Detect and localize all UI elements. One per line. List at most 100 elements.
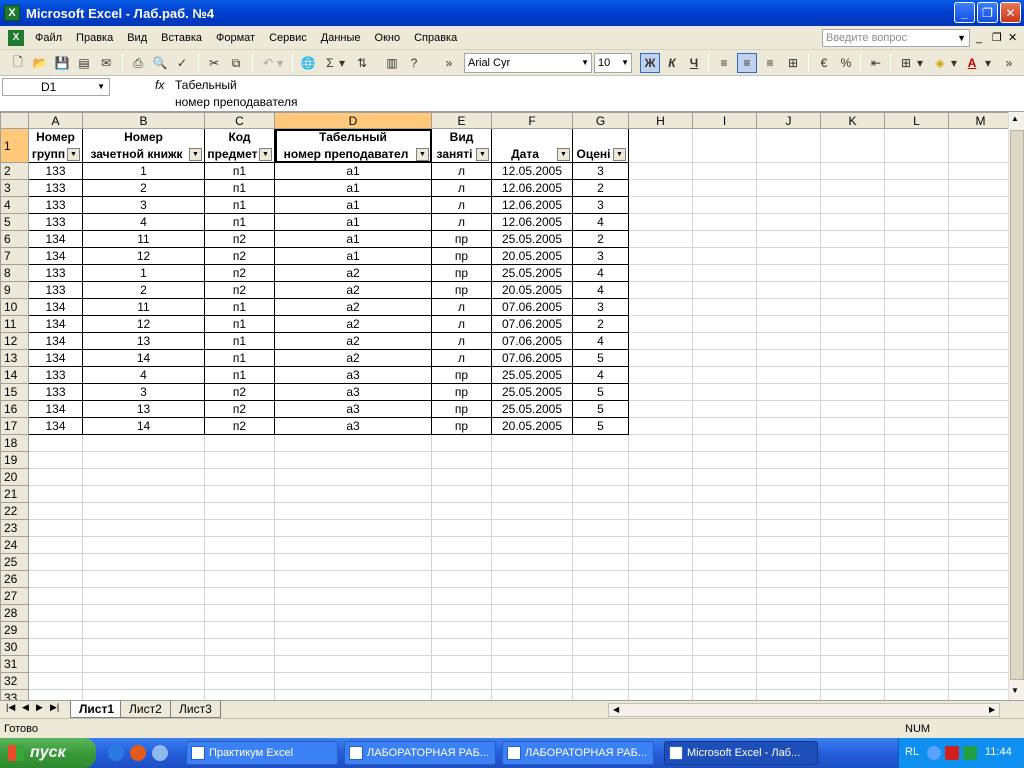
data-cell[interactable]: 4 [82, 366, 205, 384]
empty-cell[interactable] [692, 366, 757, 384]
row-header[interactable]: 11 [0, 315, 29, 333]
tray-arrow-icon[interactable] [927, 746, 941, 760]
data-cell[interactable]: 133 [28, 281, 83, 299]
data-cell[interactable]: л [431, 332, 492, 350]
empty-cell[interactable] [572, 570, 629, 588]
empty-cell[interactable] [204, 536, 275, 554]
empty-cell[interactable] [756, 570, 821, 588]
empty-cell[interactable] [628, 315, 693, 333]
empty-cell[interactable] [884, 196, 949, 214]
empty-cell[interactable] [948, 349, 1008, 367]
data-cell[interactable]: а2 [274, 315, 432, 333]
empty-cell[interactable] [884, 417, 949, 435]
spelling-icon[interactable]: ✓ [172, 53, 192, 73]
column-header-E[interactable]: E [431, 112, 492, 129]
empty-cell[interactable] [820, 162, 885, 180]
data-cell[interactable]: 133 [28, 264, 83, 282]
row-header[interactable]: 23 [0, 519, 29, 537]
row-header[interactable]: 10 [0, 298, 29, 316]
empty-cell[interactable] [431, 485, 492, 503]
row-header[interactable]: 1 [0, 128, 29, 163]
empty-cell[interactable] [884, 587, 949, 605]
empty-cell[interactable] [274, 553, 432, 571]
empty-cell[interactable] [756, 196, 821, 214]
empty-cell[interactable] [884, 519, 949, 537]
empty-cell[interactable] [692, 349, 757, 367]
empty-cell[interactable] [431, 570, 492, 588]
empty-cell[interactable] [204, 621, 275, 639]
row-header[interactable]: 15 [0, 383, 29, 401]
data-cell[interactable]: 4 [572, 332, 629, 350]
autofilter-dropdown-icon[interactable]: ▼ [557, 148, 570, 161]
empty-cell[interactable] [692, 570, 757, 588]
data-cell[interactable]: 134 [28, 315, 83, 333]
chevron-down-icon[interactable]: ▾ [914, 53, 926, 73]
data-cell[interactable]: а2 [274, 349, 432, 367]
empty-cell[interactable] [628, 638, 693, 656]
empty-cell[interactable] [28, 536, 83, 554]
next-sheet-icon[interactable]: ▶ [36, 702, 43, 713]
empty-cell[interactable] [884, 400, 949, 418]
data-cell[interactable]: а2 [274, 264, 432, 282]
column-header-J[interactable]: J [756, 112, 821, 129]
empty-cell[interactable] [756, 264, 821, 282]
print-icon[interactable]: ⎙ [128, 53, 148, 73]
data-cell[interactable]: а1 [274, 179, 432, 197]
data-cell[interactable]: 12.05.2005 [491, 162, 573, 180]
empty-cell[interactable] [28, 604, 83, 622]
empty-cell[interactable] [572, 621, 629, 639]
empty-cell[interactable] [948, 196, 1008, 214]
empty-cell[interactable] [692, 400, 757, 418]
row-header[interactable]: 20 [0, 468, 29, 486]
empty-cell[interactable] [820, 689, 885, 700]
empty-cell[interactable] [692, 417, 757, 435]
column-header-B[interactable]: B [82, 112, 205, 129]
data-cell[interactable]: 20.05.2005 [491, 417, 573, 435]
menu-format[interactable]: Формат [209, 26, 262, 50]
data-cell[interactable]: 5 [572, 383, 629, 401]
data-cell[interactable]: 2 [572, 179, 629, 197]
empty-cell[interactable] [820, 451, 885, 469]
empty-cell[interactable] [948, 604, 1008, 622]
data-cell[interactable]: пр [431, 264, 492, 282]
data-cell[interactable]: 134 [28, 230, 83, 248]
empty-cell[interactable] [820, 604, 885, 622]
empty-cell[interactable] [572, 536, 629, 554]
empty-cell[interactable] [820, 383, 885, 401]
empty-cell[interactable] [82, 570, 205, 588]
data-cell[interactable]: 5 [572, 417, 629, 435]
empty-cell[interactable] [756, 451, 821, 469]
data-cell[interactable]: 133 [28, 179, 83, 197]
empty-cell[interactable] [28, 672, 83, 690]
row-header[interactable]: 30 [0, 638, 29, 656]
data-cell[interactable]: 13 [82, 400, 205, 418]
empty-cell[interactable] [82, 536, 205, 554]
email-icon[interactable]: ✉ [96, 53, 116, 73]
empty-cell[interactable] [820, 536, 885, 554]
empty-cell[interactable] [82, 485, 205, 503]
empty-cell[interactable] [692, 672, 757, 690]
scroll-left-icon[interactable]: ◀ [613, 705, 619, 714]
empty-cell[interactable] [820, 230, 885, 248]
column-header-M[interactable]: M [948, 112, 1008, 129]
empty-cell[interactable] [431, 689, 492, 700]
row-header[interactable]: 9 [0, 281, 29, 299]
help-icon[interactable]: ? [404, 53, 424, 73]
empty-cell[interactable] [28, 451, 83, 469]
data-cell[interactable]: 134 [28, 349, 83, 367]
row-header[interactable]: 7 [0, 247, 29, 265]
toolbar-options-icon[interactable]: » [442, 53, 456, 73]
empty-cell[interactable] [692, 162, 757, 180]
doc-restore-icon[interactable]: ❐ [992, 30, 1002, 46]
data-cell[interactable]: а3 [274, 400, 432, 418]
autofilter-dropdown-icon[interactable]: ▼ [67, 148, 80, 161]
row-header[interactable]: 14 [0, 366, 29, 384]
menu-insert[interactable]: Вставка [154, 26, 209, 50]
empty-cell[interactable] [756, 417, 821, 435]
data-cell[interactable]: 11 [82, 230, 205, 248]
data-cell[interactable]: 3 [82, 196, 205, 214]
empty-cell[interactable] [28, 519, 83, 537]
toolbar-options-icon[interactable]: » [1002, 53, 1016, 73]
data-cell[interactable]: п2 [204, 281, 275, 299]
empty-cell[interactable] [204, 485, 275, 503]
